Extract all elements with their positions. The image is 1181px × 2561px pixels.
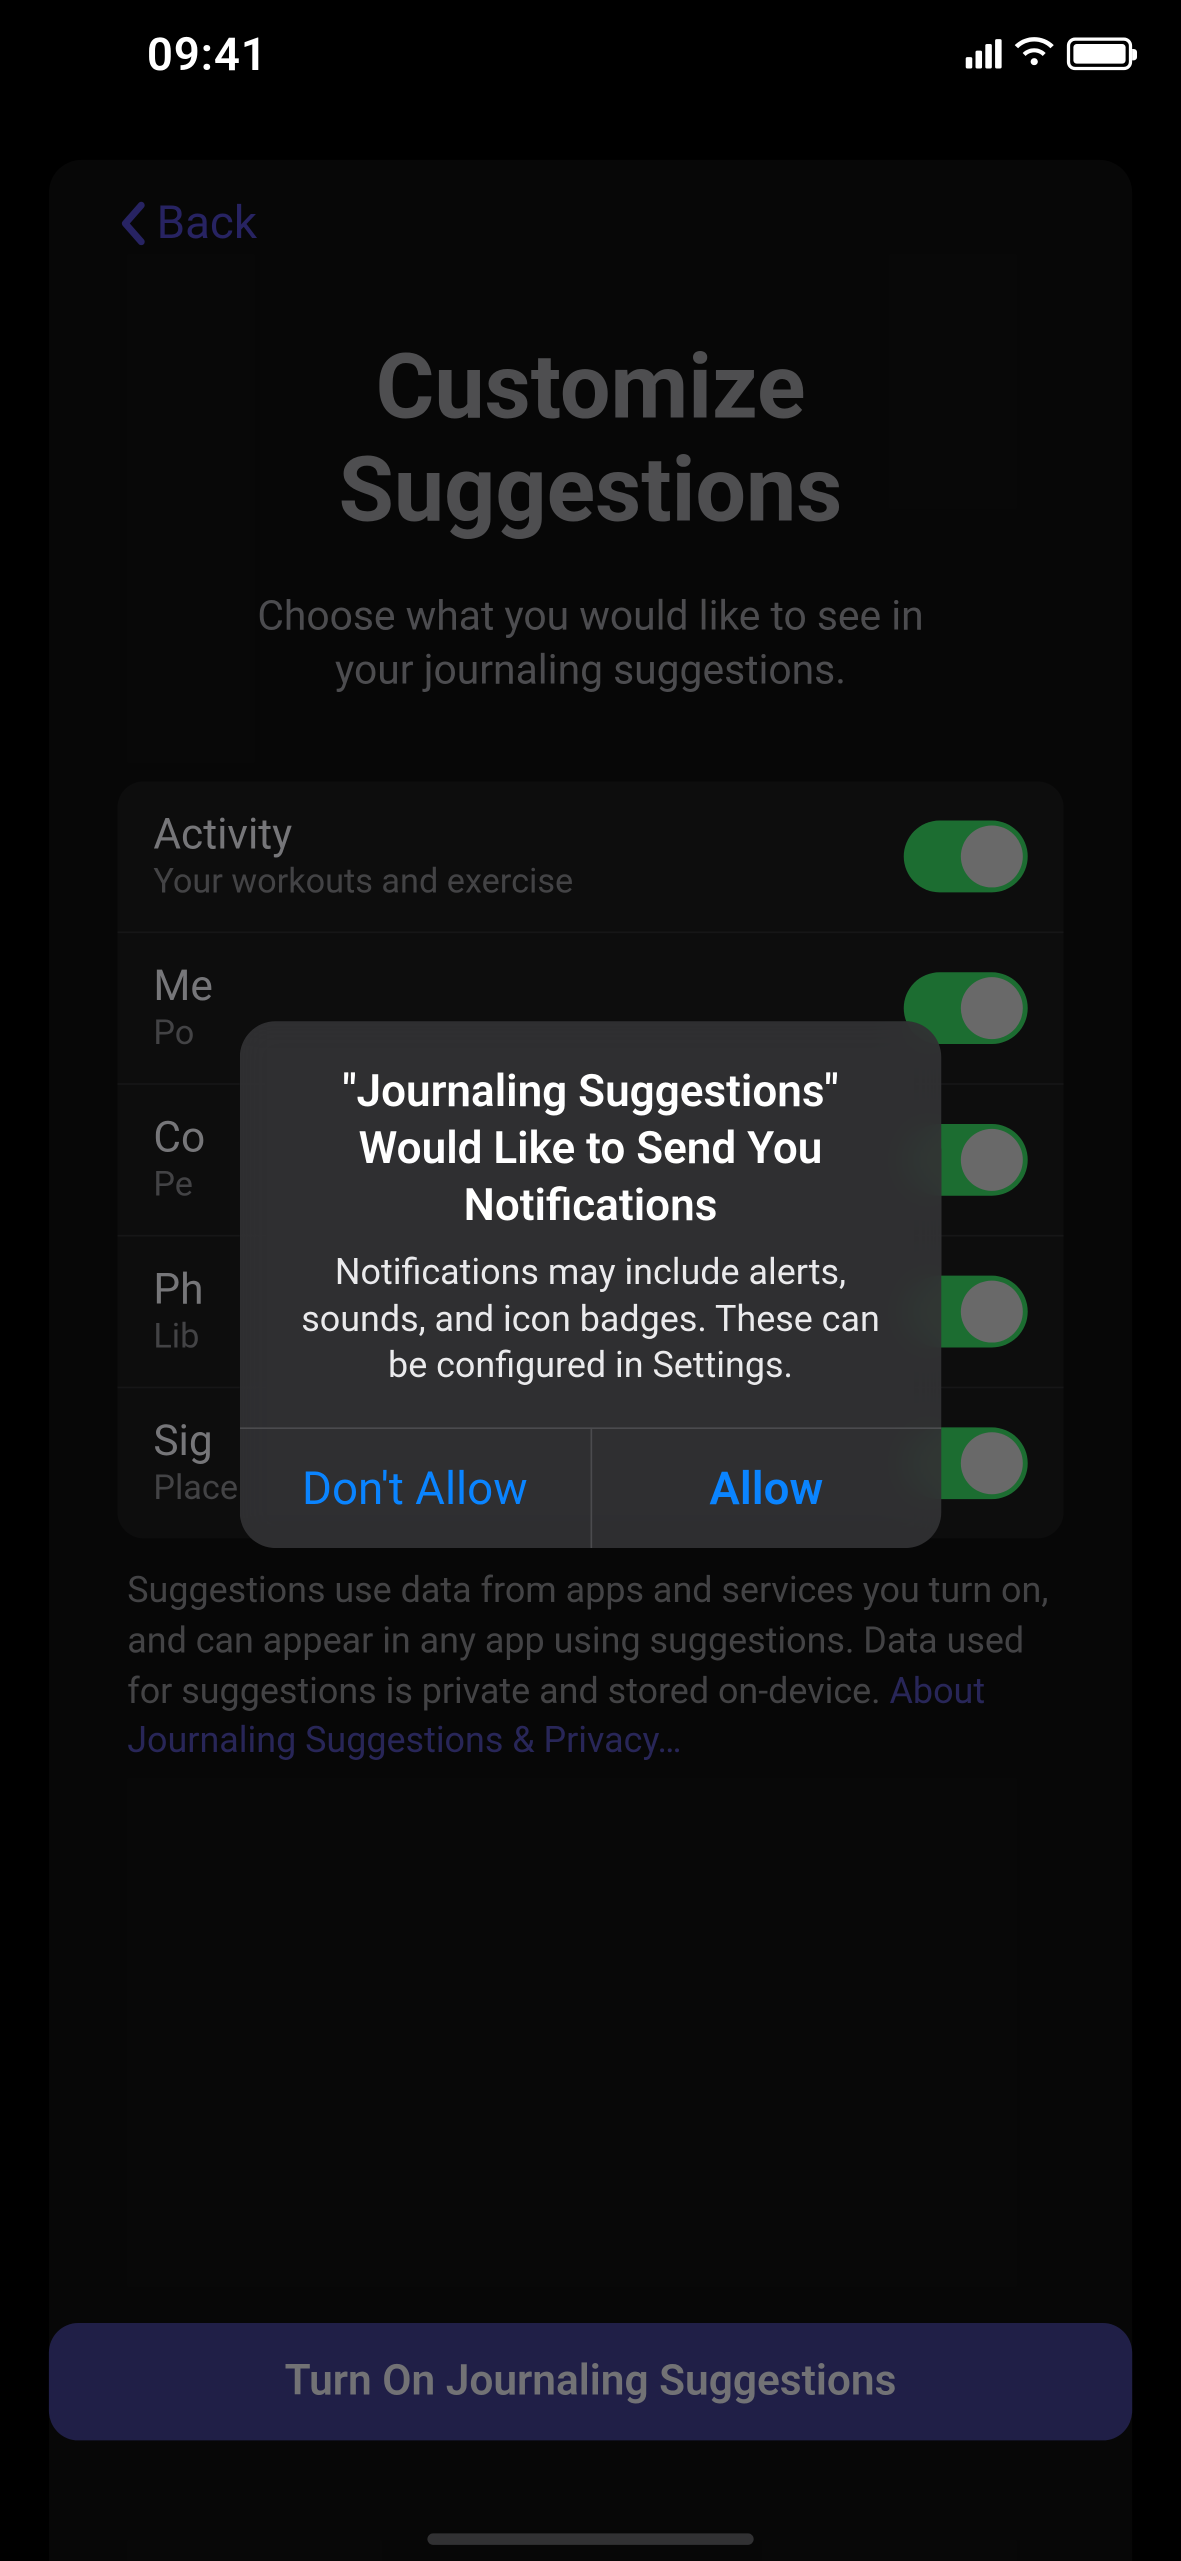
toggle-activity[interactable] xyxy=(904,821,1028,893)
turn-on-button[interactable]: Turn On Journaling Suggestions xyxy=(49,2323,1132,2440)
home-indicator[interactable] xyxy=(427,2533,753,2544)
status-bar: 09:41 xyxy=(0,0,1181,88)
option-sub: Place xyxy=(153,1470,238,1509)
battery-icon xyxy=(1067,38,1132,71)
alert-message: Notifications may include alerts, sounds… xyxy=(279,1252,902,1392)
back-label: Back xyxy=(157,196,257,250)
option-title: Activity xyxy=(153,811,573,860)
option-sub: Po xyxy=(153,1015,213,1054)
wifi-icon xyxy=(1015,36,1054,72)
chevron-left-icon xyxy=(117,200,146,246)
option-title: Co xyxy=(153,1114,205,1163)
dont-allow-button[interactable]: Don't Allow xyxy=(240,1429,592,1548)
option-activity[interactable]: Activity Your workouts and exercise xyxy=(117,781,1063,933)
option-sub: Pe xyxy=(153,1166,205,1205)
page-subtitle: Choose what you would like to see in you… xyxy=(223,590,957,700)
allow-button[interactable]: Allow xyxy=(591,1429,941,1548)
cellular-icon xyxy=(966,39,1002,68)
alert-title: "Journaling Suggestions" Would Like to S… xyxy=(279,1064,902,1236)
option-title: Me xyxy=(153,962,213,1011)
option-sub: Lib xyxy=(153,1318,203,1357)
option-sub: Your workouts and exercise xyxy=(153,863,573,902)
status-time: 09:41 xyxy=(49,27,268,81)
status-icons xyxy=(966,36,1132,72)
back-button[interactable]: Back xyxy=(117,196,257,250)
footer-text: Suggestions use data from apps and servi… xyxy=(127,1568,1054,1769)
page-title: Customize Suggestions xyxy=(117,338,1063,544)
option-title: Ph xyxy=(153,1266,203,1315)
notification-permission-alert: "Journaling Suggestions" Would Like to S… xyxy=(240,1021,941,1548)
option-title: Sig xyxy=(153,1418,238,1467)
